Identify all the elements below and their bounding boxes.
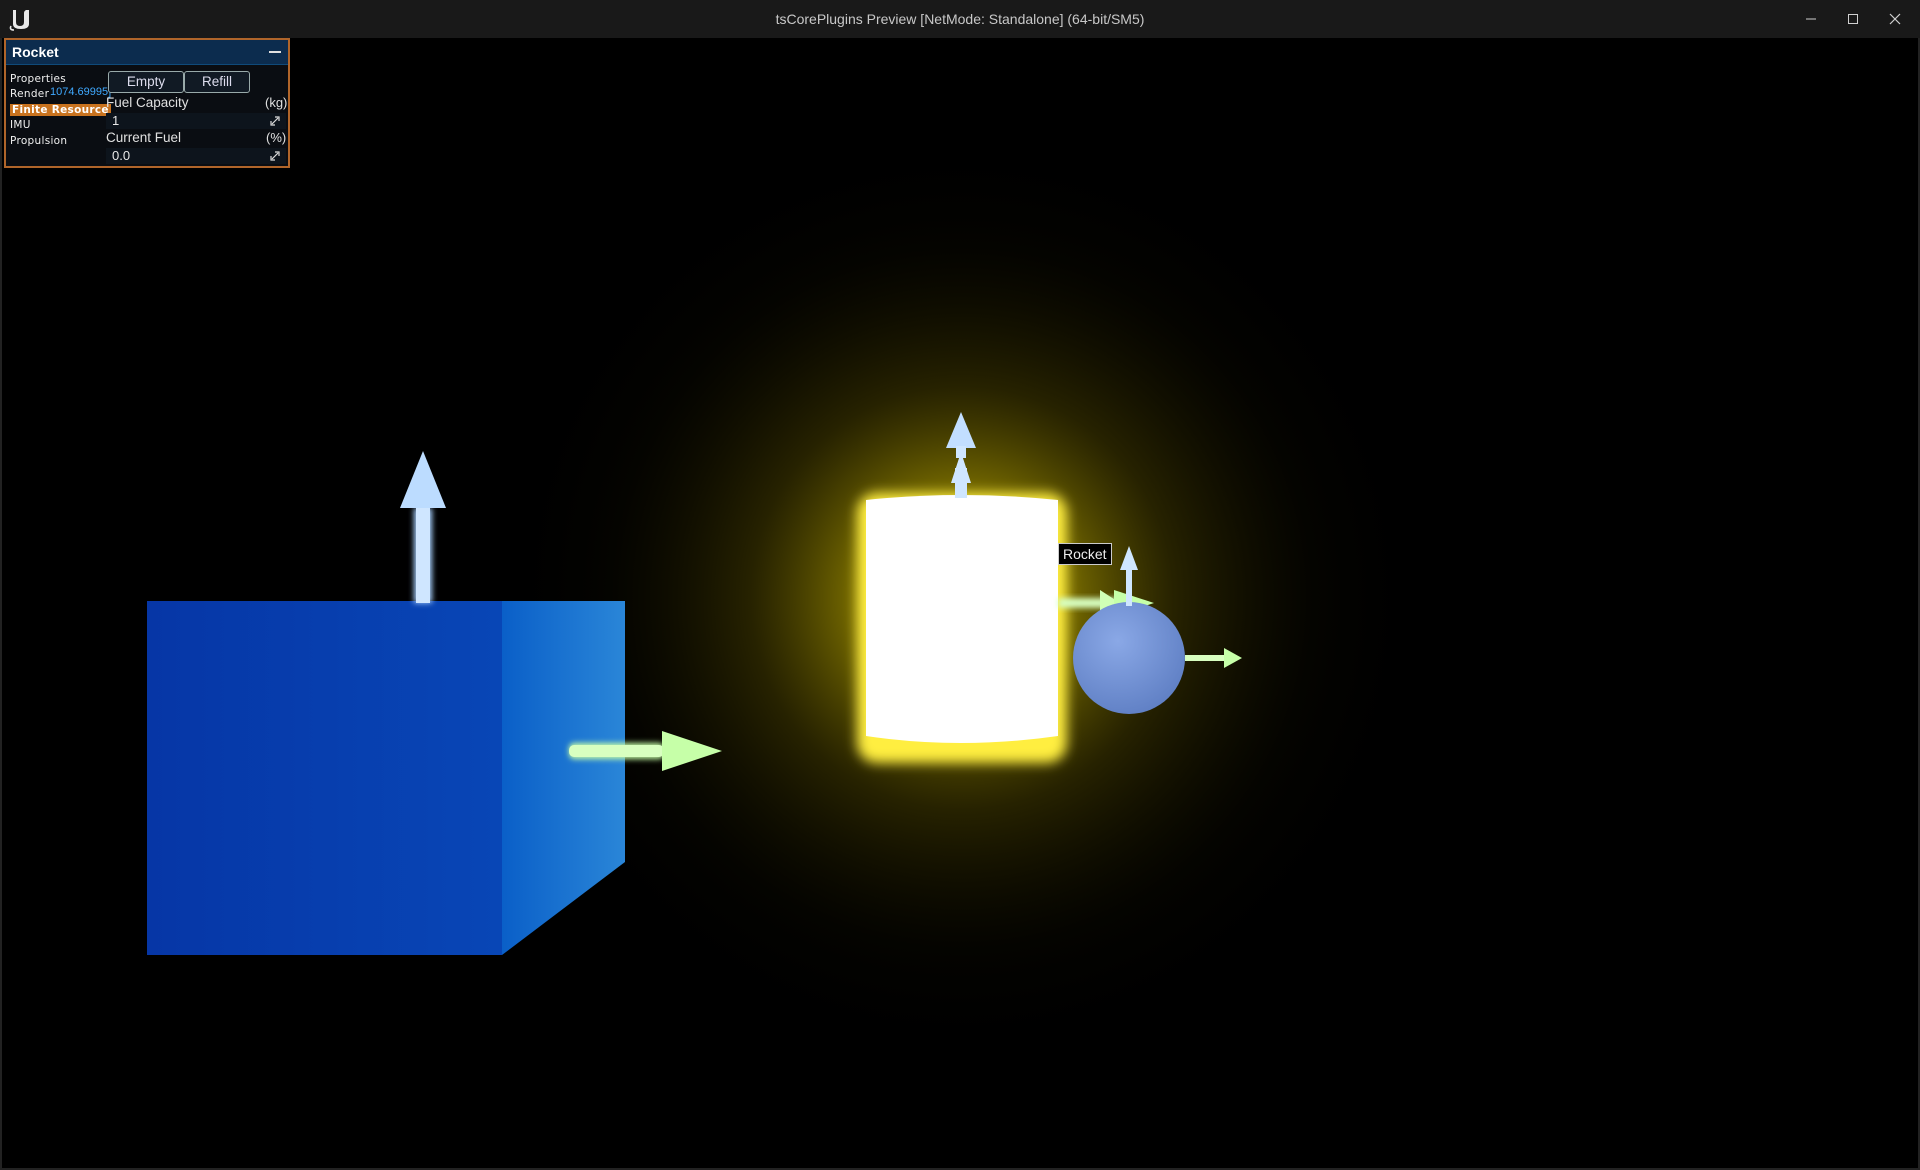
nav-render[interactable]: Render <box>10 88 49 100</box>
minimize-icon <box>1806 18 1816 20</box>
current-fuel-input[interactable]: 0.0 <box>106 148 286 164</box>
fuel-capacity-value: 1 <box>112 113 120 128</box>
expand-icon[interactable] <box>270 116 280 126</box>
scene-render <box>2 38 1918 1168</box>
empty-button[interactable]: Empty <box>108 71 184 93</box>
glowing-yellow-cylinder <box>857 493 1067 763</box>
fuel-capacity-label: Fuel Capacity <box>106 95 189 110</box>
fuel-capacity-unit: (kg) <box>265 95 288 110</box>
refill-button[interactable]: Refill <box>184 71 250 93</box>
render-readout: 1074.69995] <box>50 86 112 98</box>
nav-finite-resource[interactable]: Finite Resource <box>10 104 111 116</box>
minus-icon[interactable] <box>268 44 282 58</box>
maximize-icon <box>1848 14 1858 24</box>
maximize-button[interactable] <box>1832 0 1874 38</box>
panel-header: Rocket <box>6 40 288 65</box>
nav-imu[interactable]: IMU <box>10 119 31 131</box>
fuel-capacity-input[interactable]: 1 <box>106 113 286 129</box>
nav-propulsion[interactable]: Propulsion <box>10 135 67 147</box>
panel-title: Rocket <box>12 44 59 60</box>
window-titlebar: tsCorePlugins Preview [NetMode: Standalo… <box>0 0 1920 39</box>
nav-properties[interactable]: Properties <box>10 73 66 85</box>
minimize-button[interactable] <box>1790 0 1832 38</box>
close-button[interactable] <box>1874 0 1916 38</box>
current-fuel-value: 0.0 <box>112 148 131 163</box>
blue-sphere <box>1073 602 1185 714</box>
window-title: tsCorePlugins Preview [NetMode: Standalo… <box>775 11 1145 27</box>
current-fuel-unit: (%) <box>266 130 287 145</box>
rocket-object-label: Rocket <box>1058 543 1112 565</box>
current-fuel-label: Current Fuel <box>106 130 182 145</box>
rocket-panel: Rocket Properties Render 1074.69995] Fin… <box>4 38 290 168</box>
expand-icon[interactable] <box>270 151 280 161</box>
game-viewport[interactable]: Rocket <box>0 38 1920 1170</box>
blue-cube <box>147 601 625 955</box>
close-icon <box>1889 13 1901 25</box>
